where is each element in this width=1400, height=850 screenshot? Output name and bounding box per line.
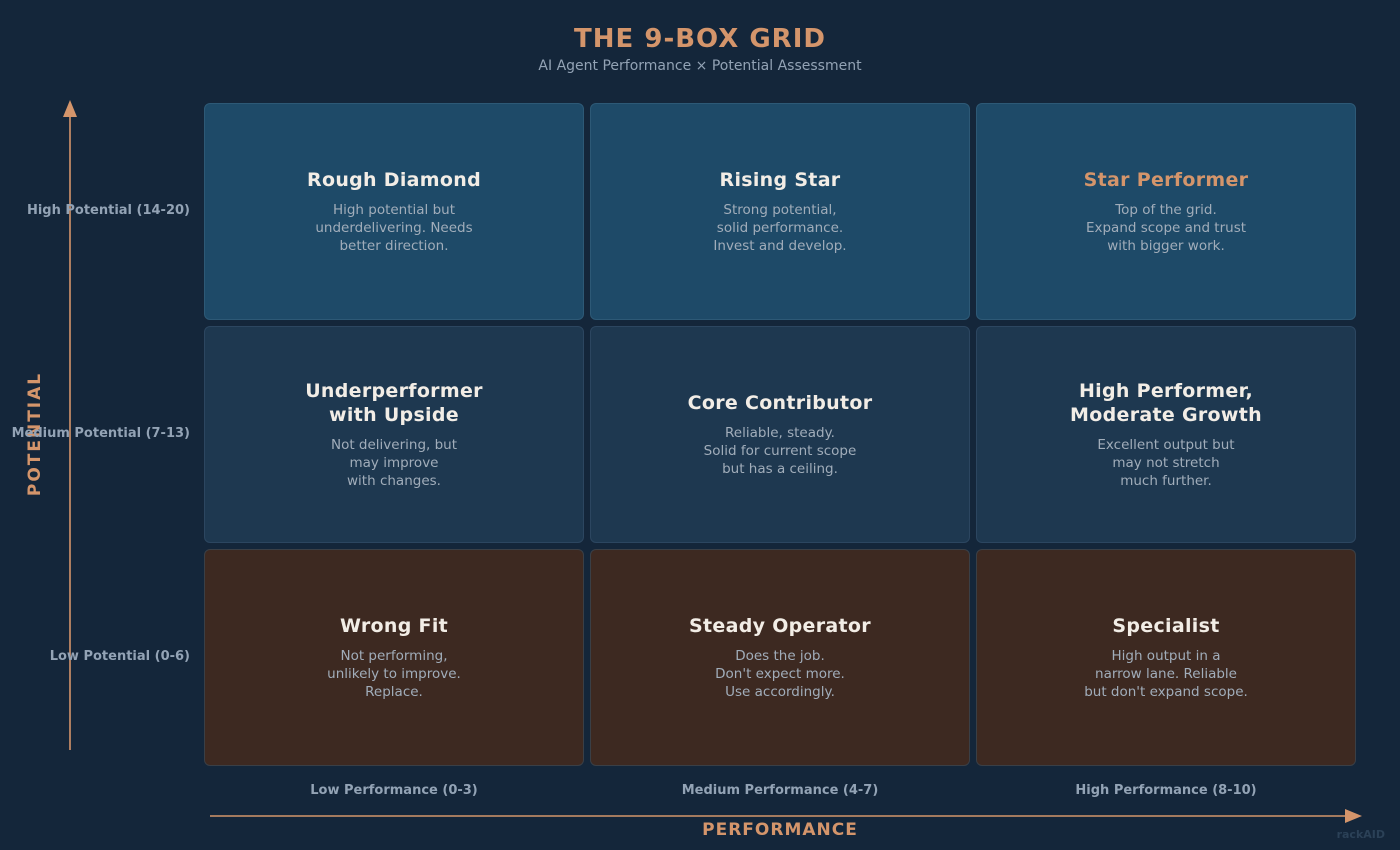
x-axis-title: PERFORMANCE (702, 820, 858, 840)
box-description: Does the job. Don't expect more. Use acc… (715, 648, 845, 700)
box-rising-star: Rising Star Strong potential, solid perf… (590, 103, 970, 320)
row-label-low: Low Potential (0-6) (49, 649, 190, 664)
column-label-low: Low Performance (0-3) (310, 783, 478, 798)
box-description: High potential but underdelivering. Need… (315, 202, 473, 254)
box-title: Underperformer with Upside (305, 380, 483, 426)
nine-box-grid: Rough Diamond High potential but underde… (204, 103, 1356, 766)
box-title: Star Performer (1083, 169, 1249, 191)
box-steady-operator: Steady Operator Does the job. Don't expe… (590, 549, 970, 766)
box-title: Specialist (1112, 615, 1220, 637)
nine-box-page: THE 9-BOX GRID AI Agent Performance × Po… (0, 0, 1400, 850)
box-title: Rough Diamond (307, 169, 481, 191)
box-rough-diamond: Rough Diamond High potential but underde… (204, 103, 584, 320)
box-title: Core Contributor (687, 392, 873, 414)
box-description: High output in a narrow lane. Reliable b… (1084, 648, 1248, 700)
box-description: Top of the grid. Expand scope and trust … (1085, 202, 1247, 254)
box-wrong-fit: Wrong Fit Not performing, unlikely to im… (204, 549, 584, 766)
box-underperformer-with-upside: Underperformer with Upside Not deliverin… (204, 326, 584, 543)
column-label-high: High Performance (8-10) (1075, 783, 1257, 798)
box-description: Excellent output but may not stretch muc… (1097, 437, 1235, 489)
box-specialist: Specialist High output in a narrow lane.… (976, 549, 1356, 766)
row-label-medium: Medium Potential (7-13) (11, 426, 190, 441)
box-description: Not performing, unlikely to improve. Rep… (327, 648, 461, 700)
watermark-logo: rackAID (1336, 828, 1385, 841)
box-core-contributor: Core Contributor Reliable, steady. Solid… (590, 326, 970, 543)
box-title: Wrong Fit (339, 615, 449, 637)
y-axis-arrowhead (63, 100, 77, 117)
column-label-medium: Medium Performance (4-7) (681, 783, 879, 798)
row-label-high: High Potential (14-20) (26, 203, 190, 218)
box-title: Steady Operator (689, 615, 871, 637)
box-title: High Performer, Moderate Growth (1070, 380, 1262, 426)
box-description: Not delivering, but may improve with cha… (330, 437, 458, 489)
box-title: Rising Star (719, 169, 841, 191)
box-star-performer: Star Performer Top of the grid. Expand s… (976, 103, 1356, 320)
box-description: Reliable, steady. Solid for current scop… (703, 425, 857, 477)
box-description: Strong potential, solid performance. Inv… (713, 202, 847, 254)
box-high-performer-moderate-growth: High Performer, Moderate Growth Excellen… (976, 326, 1356, 543)
